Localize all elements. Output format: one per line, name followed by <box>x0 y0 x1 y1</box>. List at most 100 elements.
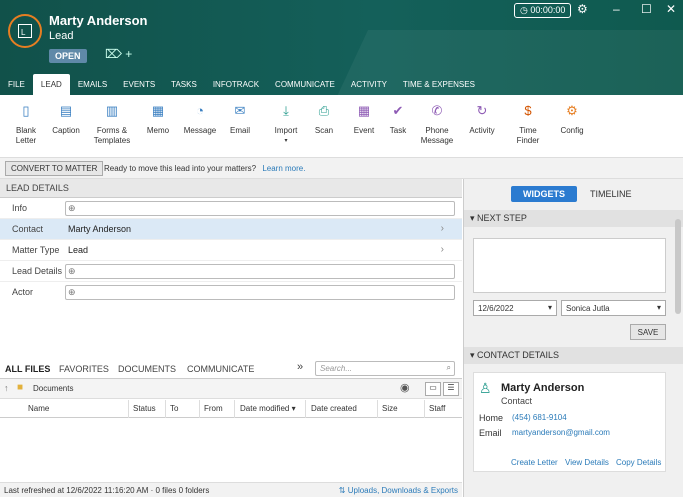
chevron-double-right-icon[interactable]: » <box>297 361 303 373</box>
lead-subtitle: Lead <box>49 30 74 42</box>
event-button[interactable]: ▦ Event <box>351 101 377 136</box>
task-label: Task <box>389 126 407 135</box>
up-arrow-icon[interactable]: ↑ <box>4 383 9 393</box>
status-text: Last refreshed at 12/6/2022 11:16:20 AM … <box>4 486 210 495</box>
caption-button[interactable]: ▤ Caption <box>51 101 81 136</box>
add-icon[interactable]: ⊕ <box>68 266 76 277</box>
chevron-right-icon: › <box>440 223 444 234</box>
folder-view-icon[interactable]: ▭ <box>425 382 441 396</box>
add-icon[interactable]: ⊕ <box>68 203 76 214</box>
tab-file[interactable]: FILE <box>0 74 33 95</box>
tab-documents[interactable]: DOCUMENTS <box>118 364 176 374</box>
next-step-user[interactable]: Sonica Jutla ▾ <box>561 300 666 316</box>
col-from[interactable]: From <box>204 404 223 413</box>
ribbon-toolbar: ▯ Blank Letter ▤ Caption ▥ Forms & Templ… <box>0 95 683 158</box>
matter-type-row[interactable]: Matter Type Lead › <box>0 240 462 261</box>
tag-add-icon[interactable]: ⌦ + <box>105 47 132 61</box>
info-field[interactable]: ⊕ <box>65 201 455 216</box>
memo-button[interactable]: ▦ Memo <box>145 101 171 136</box>
col-to[interactable]: To <box>170 404 178 413</box>
convert-to-matter-button[interactable]: CONVERT TO MATTER <box>5 161 104 176</box>
tab-communicate[interactable]: COMMUNICATE <box>267 74 343 95</box>
activity-icon: ↻ <box>476 103 488 118</box>
collapse-icon: ▾ <box>470 213 475 223</box>
blank-letter-button[interactable]: ▯ Blank Letter <box>13 101 39 146</box>
eye-icon[interactable]: ◉ <box>400 381 410 394</box>
next-step-date[interactable]: 12/6/2022 ▾ <box>473 300 557 316</box>
matter-type-value: Lead <box>68 245 89 255</box>
col-date-modified[interactable]: Date modified ▾ <box>240 404 296 413</box>
learn-more-link[interactable]: Learn more. <box>262 164 305 173</box>
search-input[interactable]: Search... ⌕ <box>315 361 455 376</box>
import-button[interactable]: ⤓ Import ▾ <box>272 101 300 146</box>
contact-name: Marty Anderson <box>501 382 585 394</box>
uploads-link-label: Uploads, Downloads & Exports <box>347 486 458 495</box>
checkmark-icon: ✔ <box>392 103 404 118</box>
save-button[interactable]: SAVE <box>630 324 666 340</box>
widgets-scrollbar[interactable] <box>675 219 681 314</box>
lead-details-row: Lead Details ⊕ <box>0 261 462 282</box>
contact-card: ♙ Marty Anderson Contact Home (454) 681-… <box>473 372 666 472</box>
view-details-link[interactable]: View Details <box>565 458 609 467</box>
forms-icon: ▥ <box>105 103 119 118</box>
time-finder-button[interactable]: $ Time Finder <box>514 101 542 146</box>
scan-button[interactable]: ⎙ Scan <box>312 101 336 136</box>
col-size[interactable]: Size <box>382 404 398 413</box>
home-phone-link[interactable]: (454) 681-9104 <box>512 413 567 422</box>
tab-time-expenses[interactable]: TIME & EXPENSES <box>395 74 483 95</box>
forms-templates-button[interactable]: ▥ Forms & Templates <box>93 101 131 146</box>
tab-emails[interactable]: EMAILS <box>70 74 115 95</box>
lead-details-title: LEAD DETAILS <box>0 179 462 198</box>
tab-activity[interactable]: ACTIVITY <box>343 74 395 95</box>
contact-person-icon: ♙ <box>479 380 492 396</box>
copy-details-link[interactable]: Copy Details <box>616 458 661 467</box>
message-button[interactable]: ◔ Message <box>183 101 217 136</box>
lead-details-field[interactable]: ⊕ <box>65 264 455 279</box>
tab-favorites[interactable]: FAVORITES <box>59 364 109 374</box>
tab-widgets[interactable]: WIDGETS <box>511 186 577 202</box>
close-icon[interactable]: ✕ <box>666 2 676 16</box>
next-step-notes[interactable] <box>473 238 666 293</box>
info-row: Info ⊕ <box>0 198 462 219</box>
tab-lead[interactable]: LEAD <box>32 74 70 95</box>
info-label: Info <box>12 203 28 213</box>
status-badge[interactable]: OPEN <box>49 49 87 63</box>
actor-field[interactable]: ⊕ <box>65 285 455 300</box>
col-name[interactable]: Name <box>28 404 49 413</box>
time-finder-label-2: Finder <box>516 136 540 145</box>
document-icon: ▯ <box>22 103 30 118</box>
create-letter-link[interactable]: Create Letter <box>511 458 558 467</box>
next-step-title: NEXT STEP <box>477 213 527 223</box>
next-step-header[interactable]: ▾ NEXT STEP <box>464 210 683 227</box>
dropdown-icon: ▾ <box>656 303 661 312</box>
tab-all-files[interactable]: ALL FILES <box>5 364 50 374</box>
config-button[interactable]: ⚙ Config <box>558 101 586 136</box>
gear-icon[interactable]: ⚙ <box>577 2 588 16</box>
lead-name: Marty Anderson <box>49 13 148 28</box>
email-link[interactable]: martyanderson@gmail.com <box>512 428 610 437</box>
email-button[interactable]: ✉ Email <box>228 101 252 136</box>
contact-row[interactable]: Contact Marty Anderson › <box>0 219 462 240</box>
list-view-icon[interactable]: ☰ <box>443 382 459 396</box>
folder-name[interactable]: Documents <box>33 384 73 393</box>
tab-events[interactable]: EVENTS <box>115 74 163 95</box>
forms-label-1: Forms & <box>96 126 128 135</box>
activity-button[interactable]: ↻ Activity <box>467 101 497 136</box>
tab-tasks[interactable]: TASKS <box>163 74 205 95</box>
contact-details-header[interactable]: ▾ CONTACT DETAILS <box>464 347 683 364</box>
maximize-icon[interactable]: ☐ <box>641 2 652 16</box>
timer-button[interactable]: ◷ 00:00:00 <box>514 3 572 18</box>
task-button[interactable]: ✔ Task <box>386 101 410 136</box>
add-icon[interactable]: ⊕ <box>68 287 76 298</box>
tab-timeline[interactable]: TIMELINE <box>590 189 632 199</box>
tab-communicate-files[interactable]: COMMUNICATE <box>187 364 254 374</box>
col-date-created[interactable]: Date created <box>311 404 357 413</box>
col-staff[interactable]: Staff <box>429 404 445 413</box>
uploads-link[interactable]: ⇅ Uploads, Downloads & Exports <box>339 486 458 495</box>
tab-infotrack[interactable]: INFOTRACK <box>205 74 267 95</box>
email-label: Email <box>229 126 250 135</box>
col-status[interactable]: Status <box>133 404 156 413</box>
minimize-icon[interactable]: – <box>613 2 620 16</box>
phone-message-button[interactable]: ✆ Phone Message <box>420 101 454 146</box>
search-icon[interactable]: ⌕ <box>447 363 451 373</box>
